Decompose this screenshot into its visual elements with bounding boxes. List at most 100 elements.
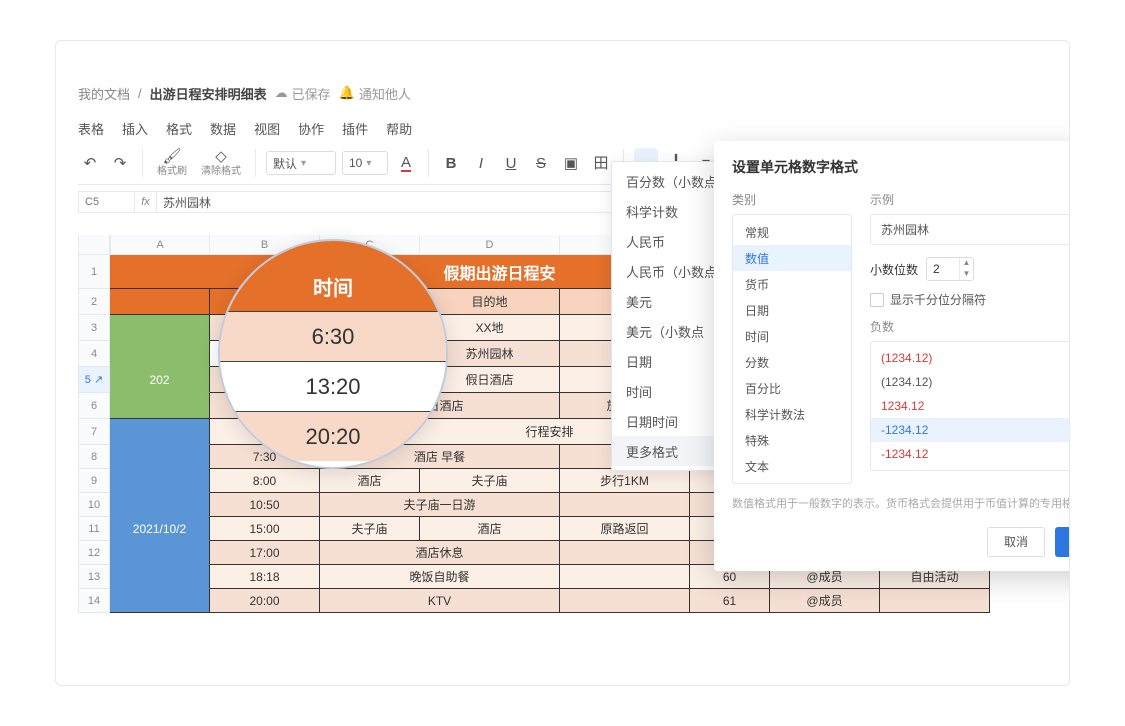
fillcolor-button[interactable]: ▣: [559, 148, 583, 178]
cell[interactable]: [110, 565, 210, 589]
row-header[interactable]: 6: [78, 393, 110, 419]
cell[interactable]: 夫子庙: [420, 469, 560, 493]
cell[interactable]: 目的地: [420, 289, 560, 315]
category-item[interactable]: 分数: [733, 349, 851, 375]
cancel-button[interactable]: 取消: [987, 527, 1045, 557]
negative-option[interactable]: 1234.12: [871, 394, 1070, 418]
cell[interactable]: [110, 589, 210, 613]
cell[interactable]: 原路返回: [560, 517, 690, 541]
row-header[interactable]: 1: [78, 255, 110, 289]
cell[interactable]: [110, 289, 210, 315]
menu-collab[interactable]: 协作: [298, 119, 324, 138]
menu-data[interactable]: 数据: [210, 119, 236, 138]
row-header[interactable]: 9: [78, 469, 110, 493]
row-header[interactable]: 2: [78, 289, 110, 315]
cell[interactable]: [880, 589, 990, 613]
notify-button[interactable]: 🔔 通知他人: [339, 84, 411, 103]
row-header[interactable]: 8: [78, 445, 110, 469]
menu-view[interactable]: 视图: [254, 119, 280, 138]
menu-table[interactable]: 表格: [78, 119, 104, 138]
row-header[interactable]: 10: [78, 493, 110, 517]
row-header[interactable]: 13: [78, 565, 110, 589]
cell[interactable]: 步行1KM: [560, 469, 690, 493]
category-item[interactable]: 货币: [733, 271, 851, 297]
fontsize-select[interactable]: 10▾: [342, 151, 388, 175]
cell[interactable]: 18:18: [210, 565, 320, 589]
cell[interactable]: 61: [690, 589, 770, 613]
cell[interactable]: 夫子庙一日游: [320, 493, 560, 517]
category-item[interactable]: 科学计数法: [733, 401, 851, 427]
clear-format-button[interactable]: ◇清除格式: [197, 148, 245, 178]
cell[interactable]: 夫子庙: [320, 517, 420, 541]
cell[interactable]: [110, 493, 210, 517]
corner-cell[interactable]: [78, 235, 110, 255]
italic-button[interactable]: I: [469, 148, 493, 178]
textcolor-button[interactable]: A: [394, 148, 418, 178]
cell[interactable]: [110, 393, 210, 419]
spin-down-icon[interactable]: ▼: [960, 269, 973, 280]
col-header[interactable]: A: [110, 235, 210, 255]
font-select[interactable]: 默认▾: [266, 151, 336, 175]
row-header[interactable]: 11: [78, 517, 110, 541]
cell[interactable]: [110, 341, 210, 367]
menu-format[interactable]: 格式: [166, 119, 192, 138]
spin-up-icon[interactable]: ▲: [960, 258, 973, 269]
cell[interactable]: 酒店: [320, 469, 420, 493]
cell[interactable]: [110, 315, 210, 341]
breadcrumb-root[interactable]: 我的文档: [78, 84, 130, 103]
col-header[interactable]: D: [420, 235, 560, 255]
menu-plugin[interactable]: 插件: [342, 119, 368, 138]
cell[interactable]: KTV: [320, 589, 560, 613]
row-header[interactable]: 7: [78, 419, 110, 445]
category-item[interactable]: 百分比: [733, 375, 851, 401]
undo-button[interactable]: ↶: [78, 148, 102, 178]
negative-option[interactable]: (1234.12): [871, 346, 1070, 370]
category-item[interactable]: 时间: [733, 323, 851, 349]
negative-option[interactable]: (1234.12): [871, 370, 1070, 394]
cell[interactable]: 2021/10/2: [110, 517, 210, 541]
cell[interactable]: 晚饭自助餐: [320, 565, 560, 589]
menu-insert[interactable]: 插入: [122, 119, 148, 138]
strike-button[interactable]: S: [529, 148, 553, 178]
decimals-input[interactable]: 2 ▲▼: [926, 257, 974, 281]
cell[interactable]: 202: [110, 367, 210, 393]
cell[interactable]: [560, 589, 690, 613]
negative-option-selected[interactable]: -1234.12: [871, 418, 1070, 442]
cell[interactable]: 10:50: [210, 493, 320, 517]
cell[interactable]: [110, 445, 210, 469]
cell-reference[interactable]: C5: [78, 191, 134, 213]
menu-help[interactable]: 帮助: [386, 119, 412, 138]
redo-button[interactable]: ↷: [108, 148, 132, 178]
row-header[interactable]: 5 ↗: [78, 367, 110, 393]
bold-button[interactable]: B: [439, 148, 463, 178]
category-item[interactable]: 文本: [733, 453, 851, 479]
cell[interactable]: 20:00: [210, 589, 320, 613]
negative-option[interactable]: -1234.12: [871, 442, 1070, 466]
cell[interactable]: 17:00: [210, 541, 320, 565]
breadcrumb-doc[interactable]: 出游日程安排明细表: [150, 84, 267, 103]
ok-button[interactable]: 确定: [1055, 527, 1070, 557]
cell[interactable]: @成员: [770, 589, 880, 613]
cell[interactable]: 8:00: [210, 469, 320, 493]
row-header[interactable]: 14: [78, 589, 110, 613]
cell[interactable]: [560, 541, 690, 565]
format-painter-button[interactable]: 🖌格式刷: [153, 148, 191, 178]
cell[interactable]: [110, 541, 210, 565]
cell[interactable]: [110, 469, 210, 493]
category-item[interactable]: 特殊: [733, 427, 851, 453]
category-item-selected[interactable]: 数值: [733, 245, 851, 271]
cell[interactable]: [560, 493, 690, 517]
cell[interactable]: [110, 419, 210, 445]
category-item[interactable]: 日期: [733, 297, 851, 323]
cell[interactable]: [560, 565, 690, 589]
row-header[interactable]: 4: [78, 341, 110, 367]
cell[interactable]: 酒店休息: [320, 541, 560, 565]
row-header[interactable]: 3: [78, 315, 110, 341]
border-button[interactable]: 田: [589, 148, 613, 178]
thousands-checkbox[interactable]: [870, 293, 884, 307]
row-header[interactable]: 12: [78, 541, 110, 565]
cell[interactable]: 15:00: [210, 517, 320, 541]
category-item[interactable]: 常规: [733, 219, 851, 245]
cell[interactable]: 酒店: [420, 517, 560, 541]
underline-button[interactable]: U: [499, 148, 523, 178]
